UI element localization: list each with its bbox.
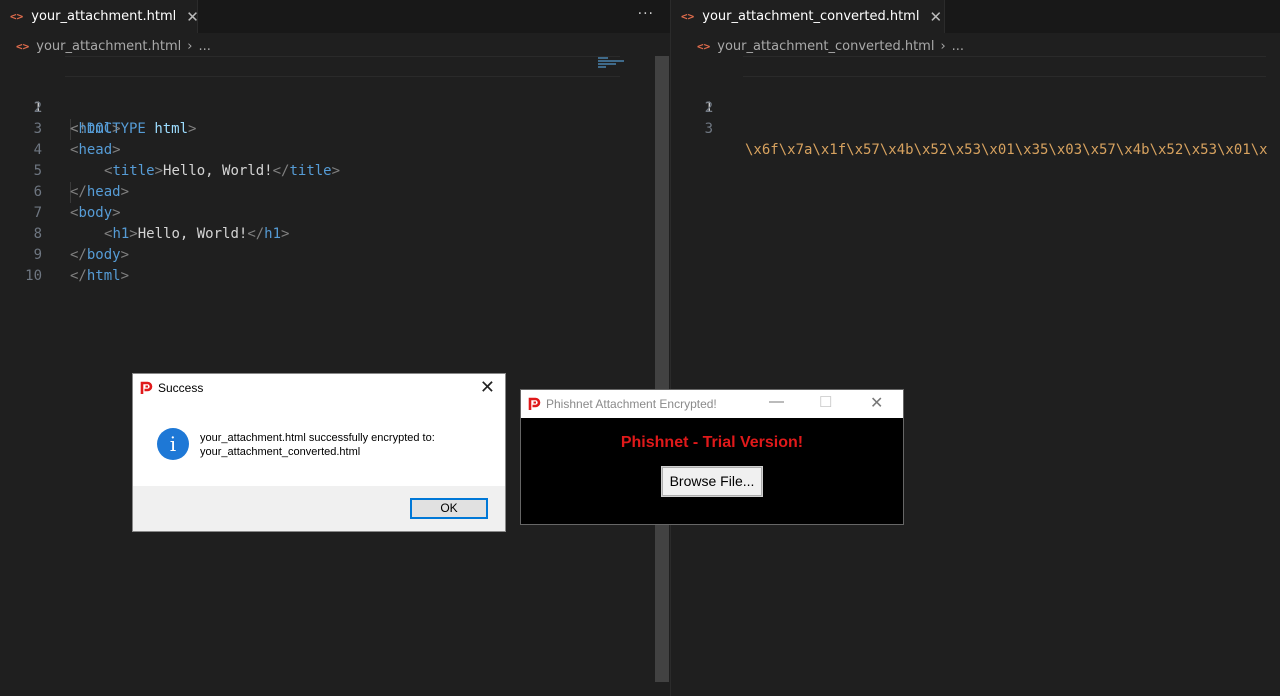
window-title: Phishnet Attachment Encrypted! xyxy=(546,397,717,411)
code-line: 10 xyxy=(0,245,670,284)
breadcrumb-separator-icon: › xyxy=(940,38,946,54)
dialog-title: Success xyxy=(158,381,204,395)
close-icon[interactable]: ✕ xyxy=(480,377,495,398)
right-tab-bar: <> your_attachment_converted.html ✕ xyxy=(671,0,1280,33)
minimize-icon[interactable]: — xyxy=(769,393,784,410)
tab-title: your_attachment.html xyxy=(31,9,177,24)
code-line: 1 <!DOCTYPE html> xyxy=(0,56,670,137)
more-actions-icon[interactable]: ··· xyxy=(638,6,654,22)
tab-close-icon[interactable]: ✕ xyxy=(186,8,199,26)
code-line: 3 \x6f\x7a\x1f\x57\x4b\x52\x53\x01\x35\x… xyxy=(671,98,1280,158)
breadcrumb-file[interactable]: your_attachment.html xyxy=(36,39,181,54)
tab-your-attachment-converted[interactable]: <> your_attachment_converted.html ✕ xyxy=(671,0,945,33)
maximize-icon[interactable]: ☐ xyxy=(819,393,832,411)
code-line: 4 <title>Hello, World!</title> xyxy=(0,119,670,179)
html-file-icon: <> xyxy=(16,39,30,53)
close-icon[interactable]: ✕ xyxy=(870,393,883,413)
tab-close-icon[interactable]: ✕ xyxy=(929,8,942,26)
current-line-highlight xyxy=(743,56,1266,77)
browse-file-button[interactable]: Browse File... xyxy=(661,466,763,497)
code-line: 7 <h1>Hello, World!</h1> xyxy=(0,182,670,242)
tab-title: your_attachment_converted.html xyxy=(702,9,920,24)
line-number: 10 xyxy=(25,268,42,284)
right-editor-pane: <> your_attachment_converted.html ✕ <> y… xyxy=(670,0,1280,696)
breadcrumb-symbols[interactable]: ... xyxy=(952,39,964,54)
minimap[interactable] xyxy=(598,57,626,71)
code-line: 6 <body> xyxy=(0,161,670,221)
html-file-icon: <> xyxy=(681,10,695,23)
code-line: 1 xyxy=(671,56,1280,116)
code-line: 2 <html> xyxy=(0,77,670,137)
dialog-titlebar[interactable]: Success ✕ xyxy=(133,374,505,402)
message-line: your_attachment.html successfully encryp… xyxy=(200,432,435,444)
phishnet-window: Phishnet Attachment Encrypted! — ☐ ✕ Phi… xyxy=(520,389,904,525)
code-line: 5 </head> xyxy=(0,140,670,200)
encrypted-string: \x6f\x7a\x1f\x57\x4b\x52\x53\x01\x35\x03… xyxy=(745,142,1267,158)
phishnet-logo-icon xyxy=(140,381,153,394)
breadcrumb-separator-icon: › xyxy=(187,38,193,54)
breadcrumb-file[interactable]: your_attachment_converted.html xyxy=(717,39,934,54)
breadcrumb: <> your_attachment_converted.html › ... xyxy=(671,36,1280,56)
html-file-icon: <> xyxy=(697,39,711,53)
code-line: 9 </html> xyxy=(0,224,670,284)
trial-heading: Phishnet - Trial Version! xyxy=(620,434,804,451)
left-tab-bar: <> your_attachment.html ✕ ··· xyxy=(0,0,670,33)
dialog-message: your_attachment.html successfully encryp… xyxy=(200,431,435,459)
dialog-footer: OK xyxy=(133,486,505,531)
phishnet-logo-icon xyxy=(528,397,541,410)
ok-button[interactable]: OK xyxy=(410,498,488,519)
message-line: your_attachment_converted.html xyxy=(200,446,361,458)
code-line: 3 <head> xyxy=(0,98,670,158)
current-line-highlight xyxy=(65,56,620,77)
window-titlebar[interactable]: Phishnet Attachment Encrypted! — ☐ ✕ xyxy=(521,390,903,418)
left-editor-pane: <> your_attachment.html ✕ ··· <> your_at… xyxy=(0,0,670,696)
code-line: 8 </body> xyxy=(0,203,670,263)
line-number: 3 xyxy=(704,121,713,137)
breadcrumb-symbols[interactable]: ... xyxy=(198,39,210,54)
info-icon: i xyxy=(157,428,189,460)
tab-your-attachment[interactable]: <> your_attachment.html ✕ xyxy=(0,0,199,33)
html-file-icon: <> xyxy=(10,10,24,23)
breadcrumb: <> your_attachment.html › ... xyxy=(0,36,670,56)
code-editor[interactable]: 1 2 3 \x6f\x7a\x1f\x57\x4b\x52\x53\x01\x… xyxy=(671,56,1280,696)
code-line: 2 xyxy=(671,77,1280,116)
success-dialog: Success ✕ i your_attachment.html success… xyxy=(132,373,506,532)
vertical-scrollbar[interactable] xyxy=(655,56,669,682)
